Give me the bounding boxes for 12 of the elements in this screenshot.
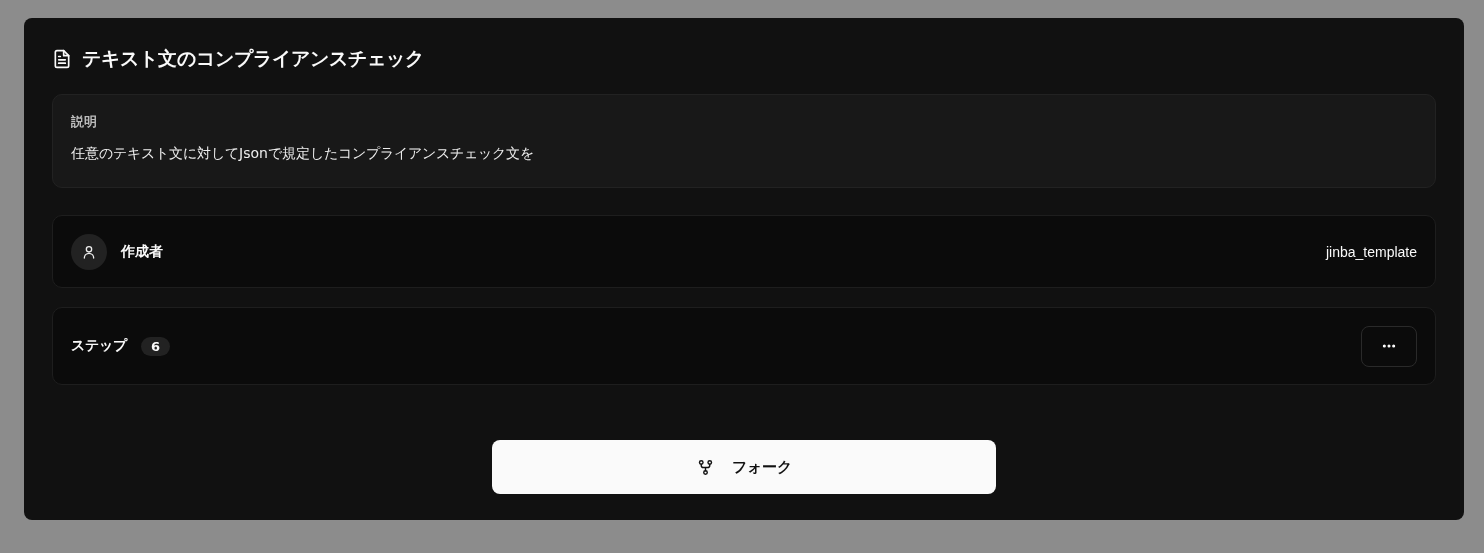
description-label: 説明 <box>71 113 98 131</box>
steps-label: ステップ <box>71 337 127 355</box>
step-count: 6 <box>141 336 171 356</box>
fork-icon <box>696 458 714 476</box>
user-icon <box>81 243 97 260</box>
more-button[interactable] <box>1361 325 1417 367</box>
author-label: 作成者 <box>121 242 163 261</box>
description-text: 任意のテキスト文に対してJsonで規定したコンプライアンスチェック文を <box>71 145 534 161</box>
page-title: テキスト文のコンプライアンスチェック <box>82 46 424 71</box>
author-name: jinba_template <box>1325 243 1417 260</box>
fork-button[interactable]: フォーク <box>492 440 996 494</box>
document-icon <box>52 48 72 70</box>
